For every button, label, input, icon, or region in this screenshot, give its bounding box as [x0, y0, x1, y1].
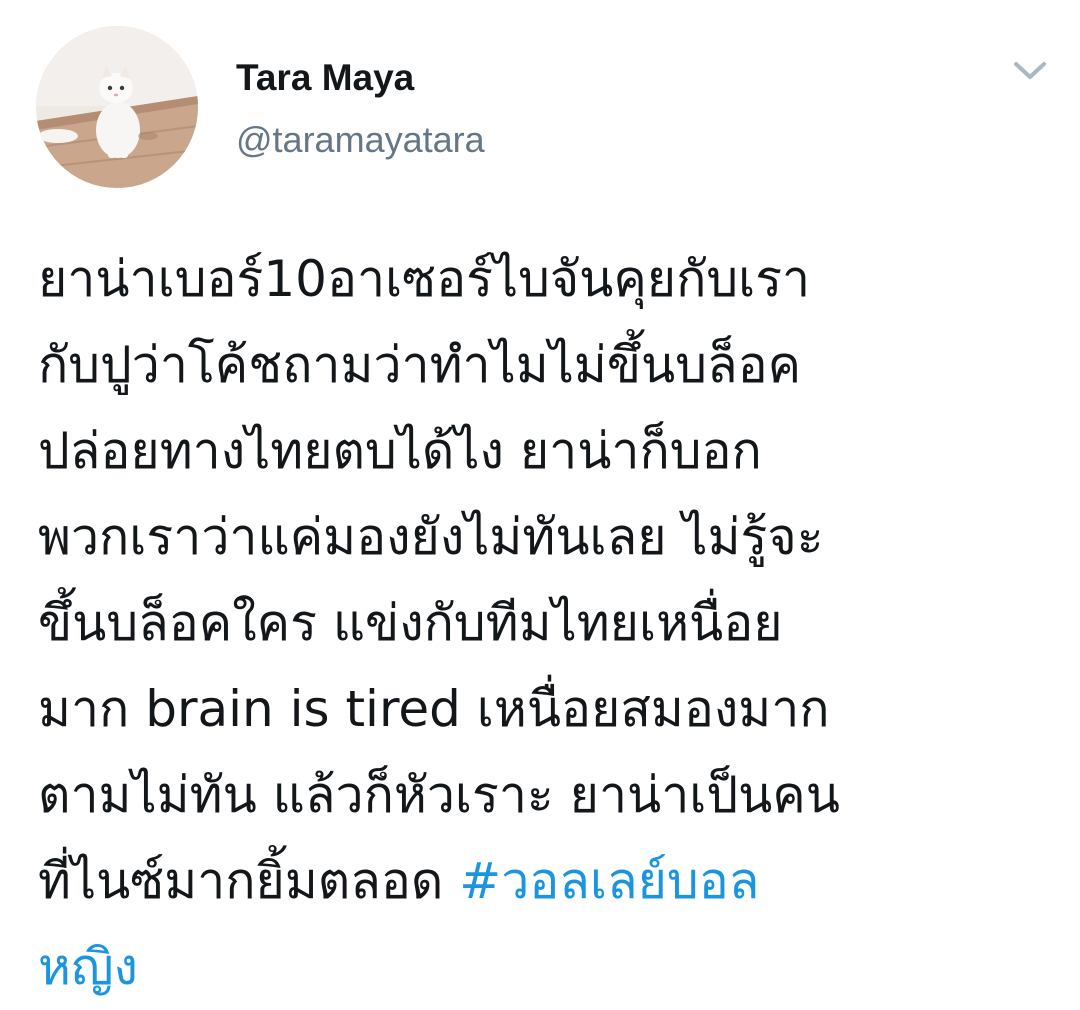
tweet-text: ยาน่าเบอร์10อาเซอร์ไบจันคุยกับเรา กับปูว… — [38, 236, 1048, 1010]
tweet-text-segment: ที่ไนซ์มากยิ้มตลอด — [38, 852, 460, 910]
tweet-text-line: ขึ้นบล็อคใคร แข่งกับทีมไทยเหนื่อย — [38, 594, 783, 652]
author-info[interactable]: Tara Maya @taramayatara — [236, 54, 485, 164]
tweet-text-line: ปล่อยทางไทยตบได้ไง ยาน่าก็บอก — [38, 422, 762, 480]
tweet-text-line: ยาน่าเบอร์10อาเซอร์ไบจันคุยกับเรา — [38, 250, 811, 308]
cat-photo-avatar-icon — [36, 26, 198, 188]
author-handle[interactable]: @taramayatara — [236, 116, 485, 164]
tweet-text-last-line: ที่ไนซ์มากยิ้มตลอด #วอลเลย์บอล — [38, 838, 1048, 924]
tweet-menu-button[interactable] — [1010, 54, 1050, 86]
tweet-text-line: พวกเราว่าแค่มองยังไม่ทันเลย ไม่รู้จะ — [38, 508, 824, 566]
author-display-name[interactable]: Tara Maya — [236, 54, 485, 102]
tweet-text-line: ตามไม่ทัน แล้วก็หัวเราะ ยาน่าเป็นคน — [38, 766, 840, 824]
tweet-text-line: กับปูว่าโค้ชถามว่าทำไมไม่ขึ้นบล็อค — [38, 336, 802, 394]
hashtag-link-continuation[interactable]: หญิง — [38, 924, 1048, 1010]
avatar[interactable] — [36, 26, 198, 188]
tweet-card: Tara Maya @taramayatara ยาน่าเบอร์10อาเซ… — [0, 0, 1080, 996]
chevron-down-icon — [1014, 62, 1046, 79]
tweet-text-line: มาก brain is tired เหนื่อยสมองมาก — [38, 680, 830, 738]
hashtag-link[interactable]: #วอลเลย์บอล — [459, 852, 759, 910]
